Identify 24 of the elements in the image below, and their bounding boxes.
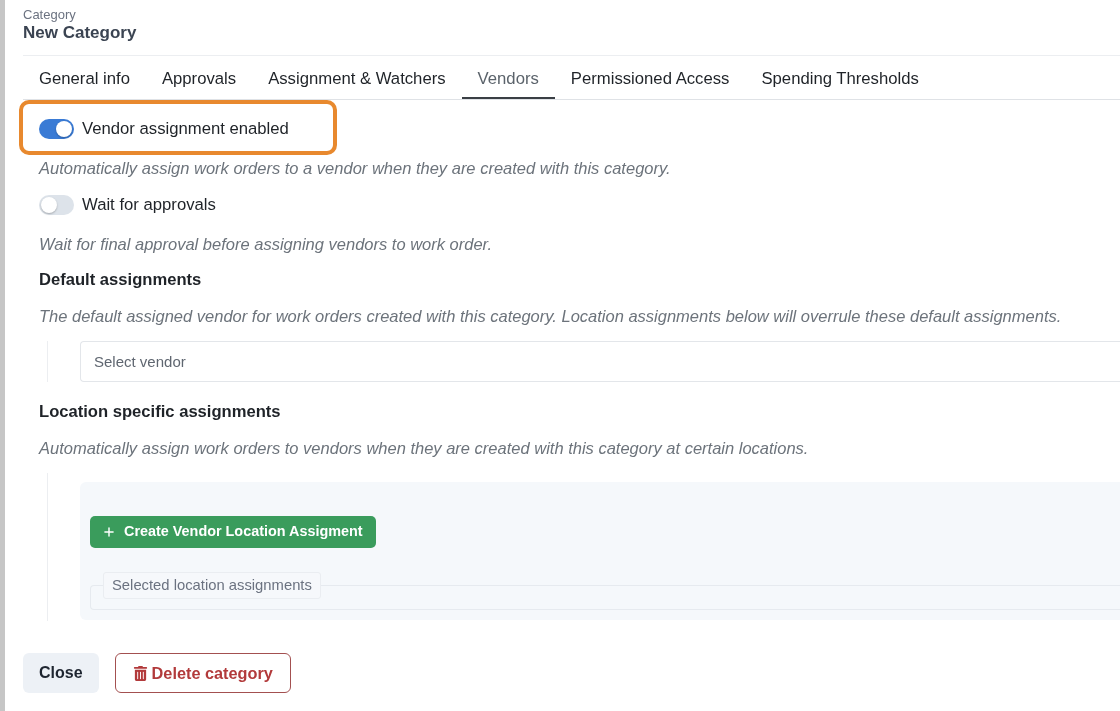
category-label: Category	[23, 8, 77, 22]
section-description: Automatically assign work orders to vendors when they are created with this category at certain locations.	[39, 438, 810, 458]
section-description: The default assigned vendor for work orders created with this category. Location assignments below will overrule these default assignments.	[39, 306, 1063, 326]
toggle-switch[interactable]	[39, 119, 74, 139]
tab[interactable]: Vendors	[461, 56, 555, 99]
close-button[interactable]: Close	[23, 653, 99, 693]
delete-category-button[interactable]: Delete category	[114, 653, 291, 693]
setting-description: Automatically assign work orders to a vendor when they are created with this category.	[39, 158, 672, 178]
section-heading: Location specific assignments	[39, 401, 282, 423]
tab[interactable]: Spending Thresholds	[745, 56, 935, 99]
tab[interactable]: General info	[23, 56, 146, 99]
tab[interactable]: Assignment & Watchers	[252, 56, 462, 99]
setting-description: Wait for final approval before assigning vendors to work order.	[39, 234, 494, 254]
trash-icon	[132, 665, 148, 681]
section-heading: Default assignments	[39, 269, 203, 291]
group-legend: Selected location assignments	[103, 572, 321, 599]
toggle-switch[interactable]	[39, 195, 74, 215]
setting-label: Vendor assignment enabled	[82, 118, 289, 141]
category-title: New Category	[23, 22, 138, 44]
tab[interactable]: Approvals	[145, 56, 253, 99]
setting-label: Wait for approvals	[82, 194, 216, 217]
vendor-select[interactable]: Select vendor	[80, 341, 1120, 382]
plus-icon	[102, 525, 116, 539]
tab[interactable]: Permissioned Access	[554, 56, 746, 99]
